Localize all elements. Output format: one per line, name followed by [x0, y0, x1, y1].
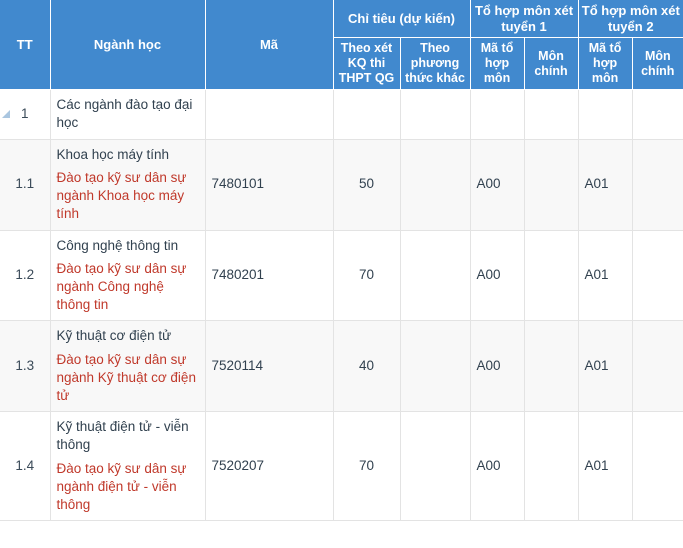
cell-chi-tieu-thpt: 70 [332, 411, 401, 522]
nganh-hoc-subtitle: Đào tạo kỹ sư dân sự ngành điện tử - viễ… [56, 460, 187, 513]
table-row[interactable]: 1.1 Khoa học máy tính Đào tạo kỹ sư dân sự… [0, 138, 683, 231]
cell-mon-chinh-2 [631, 138, 683, 231]
column-header-theo-xet-kq-thi-thpt-qg[interactable]: Theo xét KQ thi THPT QG [332, 37, 401, 91]
cell-ma-to-hop-1: A00 [469, 229, 525, 322]
cell-ma: 7480101 [204, 138, 334, 231]
cell-nganh-hoc: Kỹ thuật cơ điện tử Đào tạo kỹ sư dân sự … [49, 320, 206, 413]
header-group-row: TT Ngành học Mã Chỉ tiêu (dự kiến) Tổ hợ… [0, 0, 683, 91]
cell-chi-tieu-thpt: 40 [332, 320, 401, 413]
nganh-hoc-title: Kỹ thuật cơ điện tử [56, 328, 172, 344]
table-row[interactable]: 1.2 Công nghệ thông tin Đào tạo kỹ sư dân … [0, 229, 683, 322]
collapse-triangle-icon[interactable] [2, 110, 10, 119]
cell-tt-label: 1.4 [15, 458, 35, 474]
cell-tt-label: 1.1 [15, 176, 35, 192]
cell-ma-to-hop-1 [469, 89, 525, 140]
cell-mon-chinh-1 [523, 229, 579, 322]
table-body: 1 Các ngành đào tạo đại học 1.1 Khoa học má… [0, 89, 683, 522]
cell-chi-tieu-thpt [332, 89, 401, 140]
cell-nganh-hoc: Khoa học máy tính Đào tạo kỹ sư dân sự ng… [49, 138, 206, 231]
cell-tt: 1 [0, 89, 51, 140]
cell-nganh-hoc: Công nghệ thông tin Đào tạo kỹ sư dân sự … [49, 229, 206, 322]
cell-chi-tieu-khac [399, 89, 471, 140]
column-header-chi-tieu[interactable]: Chỉ tiêu (dự kiến) [332, 0, 471, 39]
nganh-hoc-subtitle: Đào tạo kỹ sư dân sự ngành Công nghệ thô… [56, 260, 187, 313]
admissions-quota-table: TT Ngành học Mã Chỉ tiêu (dự kiến) Tổ hợ… [0, 0, 683, 522]
nganh-hoc-subtitle: Đào tạo kỹ sư dân sự ngành Kỹ thuật cơ đ… [56, 351, 196, 404]
cell-mon-chinh-1 [523, 320, 579, 413]
column-header-to-hop-mon-2[interactable]: Tổ hợp môn xét tuyển 2 [577, 0, 683, 39]
nganh-hoc-title: Khoa học máy tính [56, 146, 170, 162]
column-header-ma-to-hop-mon-2[interactable]: Mã tổ hợp môn [577, 37, 633, 91]
cell-ma-to-hop-2 [577, 89, 633, 140]
column-header-tt[interactable]: TT [0, 0, 51, 91]
cell-nganh-hoc: Các ngành đào tạo đại học [49, 89, 206, 140]
cell-ma-to-hop-1: A00 [469, 138, 525, 231]
cell-mon-chinh-2 [631, 411, 683, 522]
cell-ma-to-hop-1: A00 [469, 320, 525, 413]
cell-tt-label: 1.2 [15, 267, 35, 283]
cell-ma: 7480201 [204, 229, 334, 322]
cell-ma-to-hop-2: A01 [577, 229, 633, 322]
cell-chi-tieu-khac [399, 229, 471, 322]
table-row[interactable]: 1 Các ngành đào tạo đại học [0, 89, 683, 140]
cell-tt-label: 1 [20, 106, 29, 122]
table-row[interactable]: 1.3 Kỹ thuật cơ điện tử Đào tạo kỹ sư dân … [0, 320, 683, 413]
cell-ma-to-hop-2: A01 [577, 320, 633, 413]
column-header-mon-chinh-1[interactable]: Môn chính [523, 37, 579, 91]
cell-chi-tieu-thpt: 50 [332, 138, 401, 231]
cell-tt: 1.2 [0, 229, 51, 322]
cell-chi-tieu-khac [399, 411, 471, 522]
cell-mon-chinh-2 [631, 320, 683, 413]
column-header-mon-chinh-2[interactable]: Môn chính [631, 37, 683, 91]
cell-mon-chinh-1 [523, 411, 579, 522]
column-header-to-hop-mon-1[interactable]: Tổ hợp môn xét tuyển 1 [469, 0, 579, 39]
cell-ma [204, 89, 334, 140]
table-header: TT Ngành học Mã Chỉ tiêu (dự kiến) Tổ hợ… [0, 0, 683, 91]
cell-ma: 7520207 [204, 411, 334, 522]
cell-nganh-hoc: Kỹ thuật điện tử - viễn thông Đào tạo kỹ … [49, 411, 206, 522]
cell-mon-chinh-1 [523, 138, 579, 231]
nganh-hoc-title: Công nghệ thông tin [56, 237, 179, 253]
cell-tt-label: 1.3 [15, 358, 35, 374]
cell-ma: 7520114 [204, 320, 334, 413]
nganh-hoc-title: Các ngành đào tạo đại học [56, 97, 193, 131]
column-header-ma-to-hop-mon-1[interactable]: Mã tổ hợp môn [469, 37, 525, 91]
nganh-hoc-title: Kỹ thuật điện tử - viễn thông [56, 419, 189, 453]
cell-mon-chinh-2 [631, 229, 683, 322]
column-header-nganh-hoc[interactable]: Ngành học [49, 0, 206, 91]
cell-mon-chinh-2 [631, 89, 683, 140]
cell-chi-tieu-khac [399, 138, 471, 231]
column-header-theo-phuong-thuc-khac[interactable]: Theo phương thức khác [399, 37, 471, 91]
cell-tt: 1.1 [0, 138, 51, 231]
cell-tt: 1.4 [0, 411, 51, 522]
cell-chi-tieu-khac [399, 320, 471, 413]
cell-tt: 1.3 [0, 320, 51, 413]
column-header-ma[interactable]: Mã [204, 0, 334, 91]
cell-mon-chinh-1 [523, 89, 579, 140]
cell-ma-to-hop-2: A01 [577, 138, 633, 231]
nganh-hoc-subtitle: Đào tạo kỹ sư dân sự ngành Khoa học máy … [56, 169, 187, 222]
table-row[interactable]: 1.4 Kỹ thuật điện tử - viễn thông Đào tạo … [0, 411, 683, 522]
cell-ma-to-hop-2: A01 [577, 411, 633, 522]
cell-ma-to-hop-1: A00 [469, 411, 525, 522]
cell-chi-tieu-thpt: 70 [332, 229, 401, 322]
